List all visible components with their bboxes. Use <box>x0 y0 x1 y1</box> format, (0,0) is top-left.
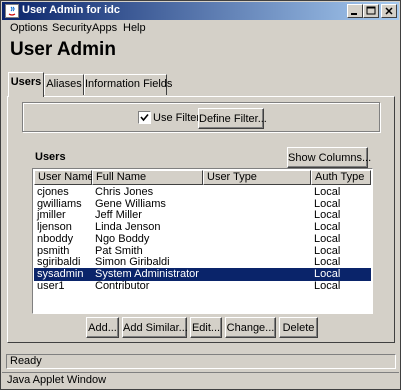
table-row[interactable]: user1 Contributor Local <box>34 280 371 293</box>
maximize-button[interactable] <box>363 4 379 18</box>
minimize-button[interactable] <box>347 4 363 18</box>
status-bar: Ready <box>6 354 396 369</box>
users-table: User Name Full Name User Type Auth Type … <box>32 168 373 314</box>
cell-full-name: Contributor <box>95 279 150 292</box>
add-button[interactable]: Add... <box>86 317 119 338</box>
add-similar-button[interactable]: Add Similar... <box>122 317 188 338</box>
column-header-user-name[interactable]: User Name <box>34 170 94 185</box>
change-button[interactable]: Change... <box>225 317 276 338</box>
define-filter-button[interactable]: Define Filter... <box>198 108 267 129</box>
delete-button[interactable]: Delete <box>279 317 318 338</box>
use-filter-checkbox[interactable] <box>138 111 151 124</box>
column-header-user-type[interactable]: User Type <box>203 170 311 185</box>
applet-footer: Java Applet Window <box>2 372 399 389</box>
tab-users[interactable]: Users <box>8 72 44 97</box>
menu-help[interactable]: Help <box>123 22 146 34</box>
column-header-full-name[interactable]: Full Name <box>92 170 203 185</box>
menu-bar: Options Security Apps Help <box>2 20 399 36</box>
page-title: User Admin <box>10 39 116 60</box>
menu-apps[interactable]: Apps <box>92 22 117 34</box>
edit-button[interactable]: Edit... <box>190 317 222 338</box>
java-app-icon <box>5 4 19 18</box>
window-title: User Admin for idc <box>22 4 120 16</box>
column-header-auth-type[interactable]: Auth Type <box>311 170 371 185</box>
use-filter-label: Use Filter <box>153 112 201 124</box>
cell-auth-type: Local <box>314 279 341 292</box>
menu-security[interactable]: Security <box>52 22 92 34</box>
app-window: User Admin for idc Options Security Apps… <box>0 0 401 390</box>
tab-aliases[interactable]: Aliases <box>44 74 84 95</box>
close-button[interactable] <box>381 4 397 18</box>
menu-options[interactable]: Options <box>10 22 48 34</box>
show-columns-button[interactable]: Show Columns... <box>287 147 371 168</box>
cell-user-name: user1 <box>37 279 65 292</box>
tab-information-fields[interactable]: Information Fields <box>84 74 172 95</box>
table-header: User Name Full Name User Type Auth Type <box>34 170 371 185</box>
title-bar[interactable]: User Admin for idc <box>2 2 399 20</box>
users-section-label: Users <box>35 151 66 163</box>
